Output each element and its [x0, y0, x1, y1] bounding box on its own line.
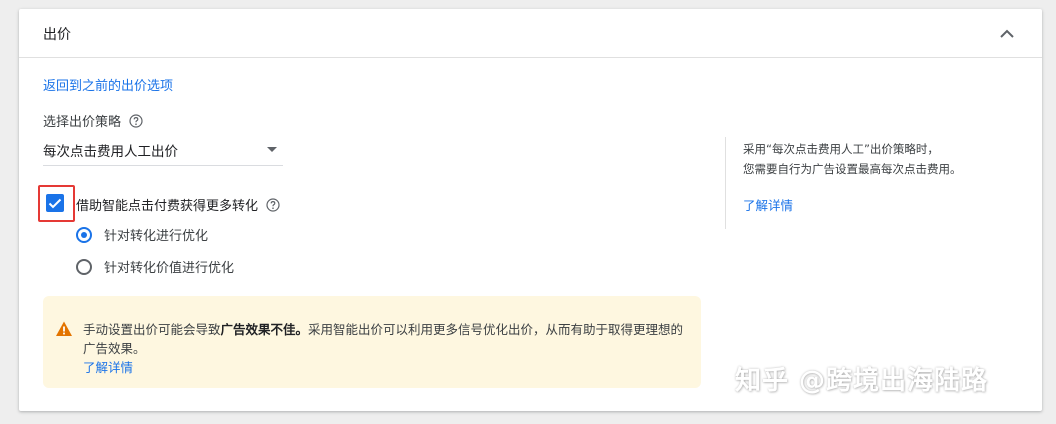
- collapse-button[interactable]: [995, 21, 1019, 45]
- radio-button-selected[interactable]: [76, 226, 92, 243]
- section-title: 出价: [43, 27, 71, 43]
- card-header[interactable]: 出价: [19, 9, 1042, 58]
- bid-strategy-selected-value: 每次点击费用人工出价: [43, 144, 178, 160]
- enhanced-cpc-label-text: 借助智能点击付费获得更多转化: [76, 199, 259, 214]
- chevron-up-icon: [1000, 29, 1014, 38]
- side-divider: [725, 137, 726, 229]
- bid-strategy-select[interactable]: 每次点击费用人工出价: [43, 135, 283, 166]
- enhanced-cpc-label: 借助智能点击付费获得更多转化: [76, 195, 280, 214]
- bid-strategy-label-text: 选择出价策略: [43, 115, 122, 130]
- side-info-line-2: 您需要自行为广告设置最高每次点击费用。: [743, 162, 962, 176]
- side-learn-more-link[interactable]: 了解详情: [743, 195, 793, 214]
- help-circle-icon[interactable]: [129, 113, 143, 128]
- warning-triangle-icon: [56, 321, 72, 336]
- radio-label: 针对转化价值进行优化: [104, 261, 235, 276]
- radio-optimize-conversions[interactable]: 针对转化进行优化: [76, 225, 208, 244]
- help-circle-icon[interactable]: [266, 197, 280, 212]
- side-info-panel: 采用“每次点击费用人工”出价策略时， 您需要自行为广告设置最高每次点击费用。: [743, 139, 1023, 179]
- watermark: 知乎 @跨境出海陆路: [735, 366, 989, 396]
- dropdown-arrow-icon: [267, 147, 277, 152]
- warning-text-before: 手动设置出价可能会导致: [83, 322, 221, 337]
- warning-learn-more-link[interactable]: 了解详情: [83, 358, 689, 377]
- radio-optimize-conversion-value[interactable]: 针对转化价值进行优化: [76, 257, 234, 276]
- back-to-previous-bid-options-link[interactable]: 返回到之前的出价选项: [43, 75, 173, 94]
- bidding-card: 出价 返回到之前的出价选项 选择出价策略 每次点击费用人工出价 借助智能点击付费…: [19, 9, 1042, 411]
- side-info-line-1: 采用“每次点击费用人工”出价策略时，: [743, 142, 939, 156]
- warning-message: 手动设置出价可能会导致广告效果不佳。采用智能出价可以利用更多信号优化出价，从而有…: [83, 320, 689, 377]
- radio-button[interactable]: [76, 258, 92, 275]
- checkmark-icon: [48, 198, 62, 208]
- warning-text-bold: 广告效果不佳。: [220, 322, 309, 337]
- radio-label: 针对转化进行优化: [104, 229, 209, 244]
- smart-bidding-warning: 手动设置出价可能会导致广告效果不佳。采用智能出价可以利用更多信号优化出价，从而有…: [43, 296, 701, 388]
- bid-strategy-label: 选择出价策略: [43, 111, 143, 130]
- enhanced-cpc-checkbox[interactable]: [46, 194, 64, 212]
